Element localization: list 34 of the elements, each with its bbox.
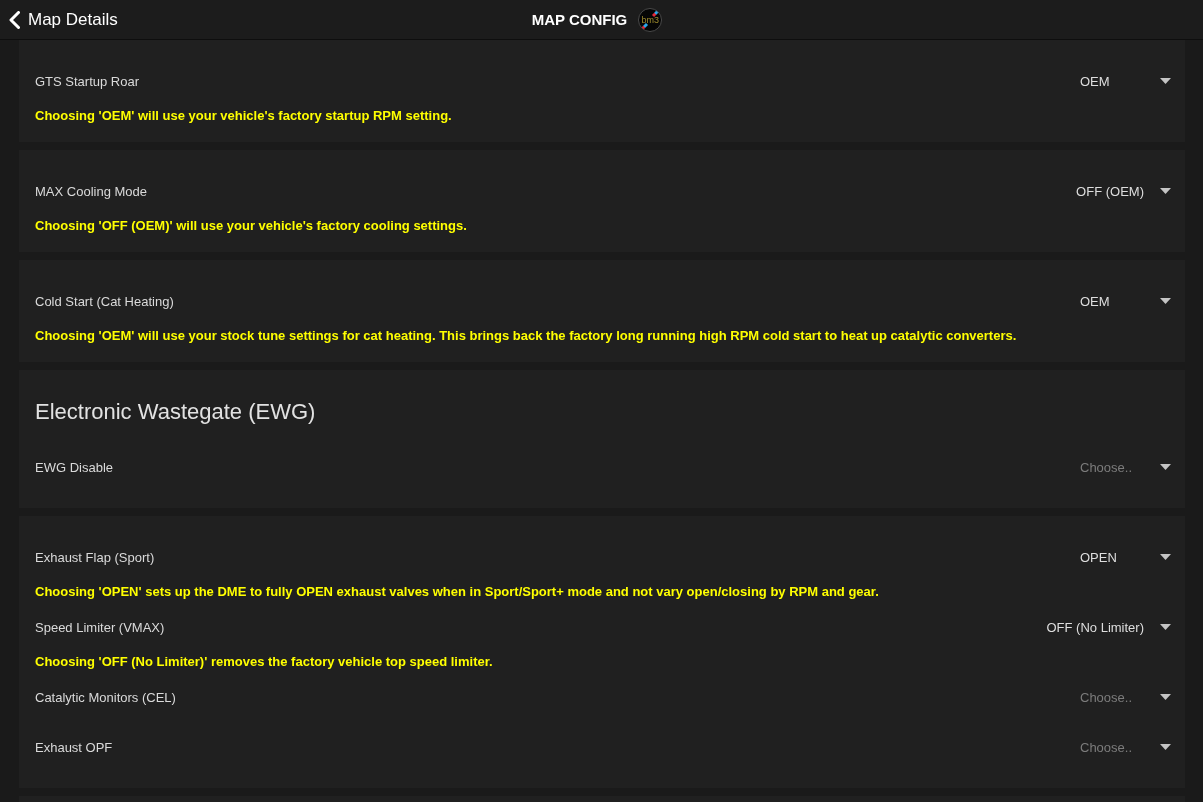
select-field[interactable]: Choose.. xyxy=(1080,739,1171,755)
setting-label: Catalytic Monitors (CEL) xyxy=(35,689,176,705)
section-heading: Electronic Wastegate (EWG) xyxy=(35,398,317,426)
chevron-left-icon xyxy=(9,10,20,29)
select-field[interactable]: OPEN xyxy=(1080,549,1171,565)
caret-icon xyxy=(1160,78,1171,84)
caret-icon xyxy=(1160,298,1171,304)
setting-label: EWG Disable xyxy=(35,459,114,475)
setting-note: Choosing 'OFF (OEM)' will use your vehicle's factory cooling settings. xyxy=(35,217,468,235)
select-field[interactable]: OEM xyxy=(1080,73,1171,89)
setting-note: Choosing 'OEM' will use your stock tune settings for cat heating. This brings back the factory long running high RPM cold start to heat up catalytic converters. xyxy=(35,327,1018,345)
page-title: MAP CONFIG xyxy=(531,11,628,28)
setting-label: Exhaust OPF xyxy=(35,739,113,755)
setting-label: Speed Limiter (VMAX) xyxy=(35,619,165,635)
select-field[interactable]: OFF (No Limiter) xyxy=(1046,619,1171,635)
caret-icon xyxy=(1160,464,1171,470)
caret-icon xyxy=(1160,694,1171,700)
select-field[interactable]: Choose.. xyxy=(1080,459,1171,475)
setting-label: Exhaust Flap (Sport) xyxy=(35,549,155,565)
select-field[interactable]: Choose.. xyxy=(1080,689,1171,705)
back-button[interactable]: Map Details xyxy=(9,9,118,30)
setting-label: MAX Cooling Mode xyxy=(35,183,147,199)
caret-icon xyxy=(1160,624,1171,630)
setting-label: GTS Startup Roar xyxy=(35,73,140,89)
setting-note: Choosing 'OPEN' sets up the DME to fully OPEN exhaust valves when in Sport/Sport+ mode and not vary open/closing by RPM and gear. xyxy=(35,583,880,601)
setting-note: Choosing 'OFF (No Limiter)' removes the factory vehicle top speed limiter. xyxy=(35,653,494,671)
caret-icon xyxy=(1160,744,1171,750)
caret-icon xyxy=(1160,554,1171,560)
select-field[interactable]: OEM xyxy=(1080,293,1171,309)
setting-note: Choosing 'OEM' will use your vehicle's factory startup RPM setting. xyxy=(35,107,453,125)
select-field[interactable]: OFF (OEM) xyxy=(1076,183,1171,199)
brand-logo: bm3 xyxy=(638,7,663,32)
setting-label: Cold Start (Cat Heating) xyxy=(35,293,174,309)
caret-icon xyxy=(1160,188,1171,194)
